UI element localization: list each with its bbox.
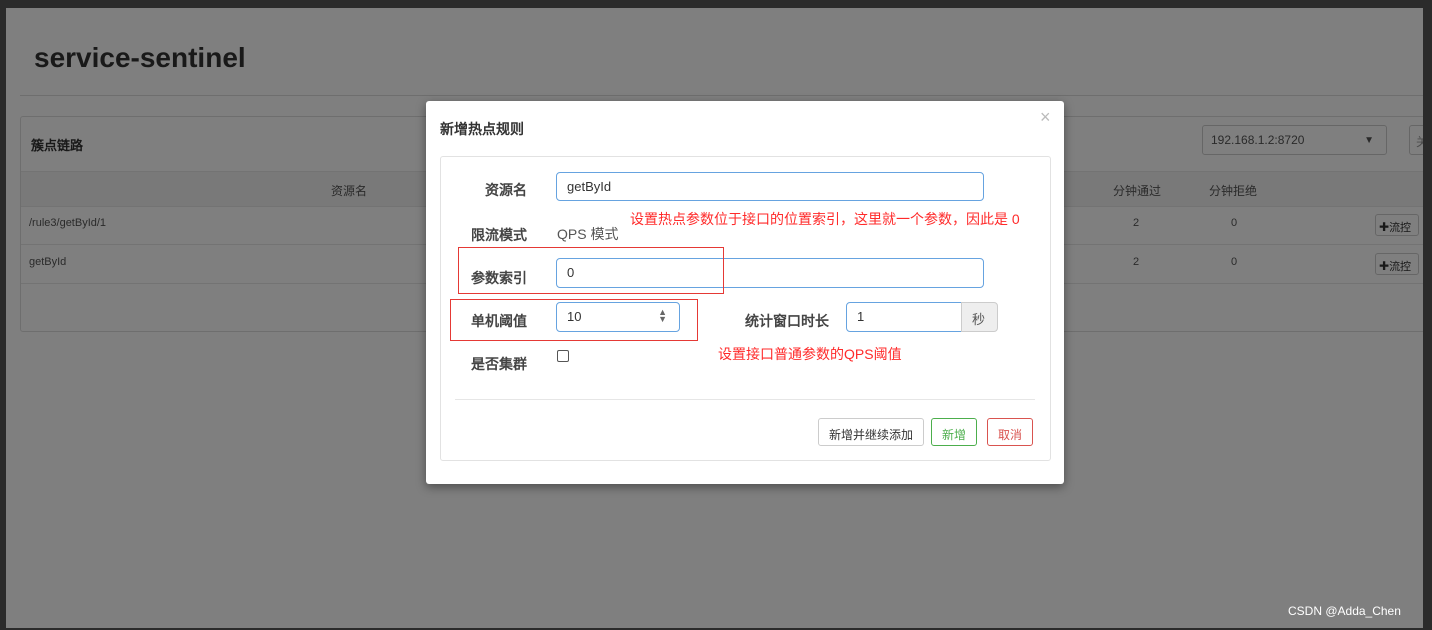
cancel-button[interactable]: 取消: [987, 418, 1034, 446]
add-button[interactable]: 新增: [931, 418, 978, 446]
resource-label: 资源名: [485, 182, 527, 198]
resource-input[interactable]: getById: [556, 172, 984, 201]
cluster-checkbox[interactable]: [557, 350, 569, 362]
param-index-annotation: 设置热点参数位于接口的位置索引，这里就一个参数，因此是 0: [630, 211, 1020, 227]
mode-value: QPS 模式: [557, 226, 619, 242]
form-divider: [455, 399, 1035, 400]
dialog-title: 新增热点规则: [440, 121, 524, 137]
window-input[interactable]: 1: [846, 302, 962, 332]
watermark: CSDN @Adda_Chen: [1288, 604, 1401, 618]
cluster-label: 是否集群: [471, 356, 527, 372]
add-continue-button[interactable]: 新增并继续添加: [818, 418, 925, 446]
close-icon[interactable]: ×: [1040, 107, 1051, 128]
window-label: 统计窗口时长: [745, 313, 829, 329]
mode-label: 限流模式: [471, 227, 527, 243]
param-index-highlight: [458, 247, 724, 294]
threshold-highlight: [450, 299, 698, 341]
threshold-annotation: 设置接口普通参数的QPS阈值: [718, 346, 902, 362]
window-unit: 秒: [961, 302, 998, 332]
